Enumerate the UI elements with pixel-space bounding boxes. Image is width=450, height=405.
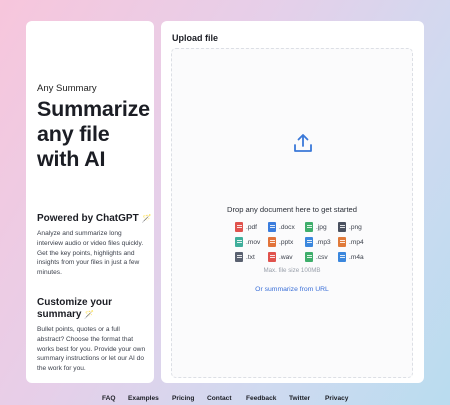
file-type-label: .docx <box>279 223 295 231</box>
upload-card: Upload file Drop any document here to ge… <box>161 21 424 383</box>
magic-wand-icon: 🪄 <box>84 310 95 319</box>
customize-title: Customize your summary 🪄 <box>37 297 153 321</box>
file-type-icon <box>268 252 276 262</box>
file-type-mp4: .mp4 <box>338 237 364 247</box>
footer-link-privacy[interactable]: Privacy <box>325 395 348 402</box>
file-type-mov: .mov <box>235 237 260 247</box>
customize-description: Bullet points, quotes or a full abstract… <box>37 326 146 373</box>
customize-title-text: Customize your summary <box>37 297 113 320</box>
summarize-from-url-link[interactable]: Or summarize from URL <box>172 286 412 293</box>
file-type-icon <box>305 222 313 232</box>
file-type-icon <box>305 252 313 262</box>
file-type-csv: .csv <box>305 252 328 262</box>
file-dropzone[interactable]: Drop any document here to get started .p… <box>171 48 413 378</box>
file-type-m4a: .m4a <box>338 252 364 262</box>
file-type-label: .jpg <box>316 223 327 231</box>
file-type-pptx: .pptx <box>268 237 293 247</box>
file-type-label: .mov <box>246 238 261 246</box>
brand-name: Any Summary <box>37 83 97 94</box>
file-type-wav: .wav <box>268 252 293 262</box>
file-type-label: .mp3 <box>316 238 331 246</box>
file-type-png: .png <box>338 222 362 232</box>
powered-title: Powered by ChatGPT 🪄 <box>37 213 153 225</box>
file-type-icon <box>338 252 346 262</box>
footer-link-twitter[interactable]: Twitter <box>289 395 310 402</box>
upload-icon[interactable] <box>292 132 314 154</box>
max-file-size: Max. file size 100MB <box>263 267 321 274</box>
file-type-icon <box>235 222 243 232</box>
file-type-icon <box>305 237 313 247</box>
file-type-icon <box>268 222 276 232</box>
file-type-label: .csv <box>316 253 328 261</box>
file-type-label: .mp4 <box>349 238 364 246</box>
hero-heading: Summarize any file with AI <box>37 97 150 171</box>
file-type-icon <box>338 237 346 247</box>
file-type-label: .wav <box>279 253 293 261</box>
footer-link-examples[interactable]: Examples <box>128 395 159 402</box>
file-type-icon <box>338 222 346 232</box>
intro-card: Any Summary Summarize any file with AI P… <box>26 21 154 383</box>
file-type-mp3: .mp3 <box>305 237 331 247</box>
footer-nav: FAQ Examples Pricing Contact Feedback Tw… <box>0 395 450 405</box>
file-type-docx: .docx <box>268 222 295 232</box>
footer-link-feedback[interactable]: Feedback <box>246 395 276 402</box>
file-type-label: .txt <box>246 253 255 261</box>
file-type-icon <box>235 237 243 247</box>
file-type-txt: .txt <box>235 252 255 262</box>
file-type-icon <box>268 237 276 247</box>
magic-wand-icon: 🪄 <box>141 214 152 223</box>
drop-instructions: Drop any document here to get started <box>226 205 357 214</box>
file-type-jpg: .jpg <box>305 222 327 232</box>
footer-link-contact[interactable]: Contact <box>207 395 232 402</box>
footer-link-faq[interactable]: FAQ <box>102 395 116 402</box>
powered-description: Analyze and summarize long interview aud… <box>37 230 144 277</box>
powered-title-text: Powered by ChatGPT <box>37 213 139 224</box>
file-type-label: .png <box>349 223 362 231</box>
file-type-label: .m4a <box>349 253 364 261</box>
upload-title: Upload file <box>172 33 219 43</box>
file-type-icon <box>235 252 243 262</box>
footer-link-pricing[interactable]: Pricing <box>172 395 194 402</box>
file-type-label: .pdf <box>246 223 257 231</box>
file-type-label: .pptx <box>279 238 294 246</box>
file-type-pdf: .pdf <box>235 222 257 232</box>
